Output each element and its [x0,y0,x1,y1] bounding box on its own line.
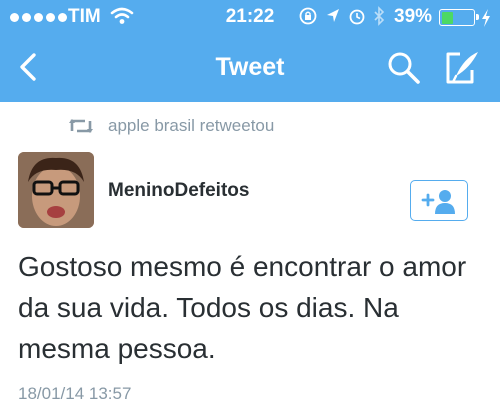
retweet-icon [69,119,93,133]
search-button[interactable] [386,50,422,86]
alarm-icon [349,9,365,25]
charging-icon [482,9,490,27]
rotation-lock-icon [299,7,317,25]
compose-button[interactable] [442,48,482,88]
add-follow-icon [421,189,455,214]
tweet-timestamp: 18/01/14 13:57 [18,384,132,403]
page-title: Tweet [215,53,285,81]
compose-icon [446,52,478,84]
status-bar: TIM 21:22 39% [0,0,500,36]
tweet-text: Gostoso mesmo é encontrar o amor da sua … [18,251,467,364]
username[interactable]: MeninoDefeitos [108,180,249,202]
follow-button[interactable] [410,180,468,221]
retweeted-by-label: apple brasil retweetou [108,116,275,135]
bluetooth-icon [374,6,385,26]
search-icon [388,52,420,84]
avatar[interactable] [18,152,94,228]
top-bar: TIM 21:22 39% Tweet [0,0,500,102]
battery-icon [439,9,479,26]
battery-percent: 39% [394,6,433,27]
location-icon [327,9,339,22]
retweet-context: apple brasil retweetou [68,116,274,136]
